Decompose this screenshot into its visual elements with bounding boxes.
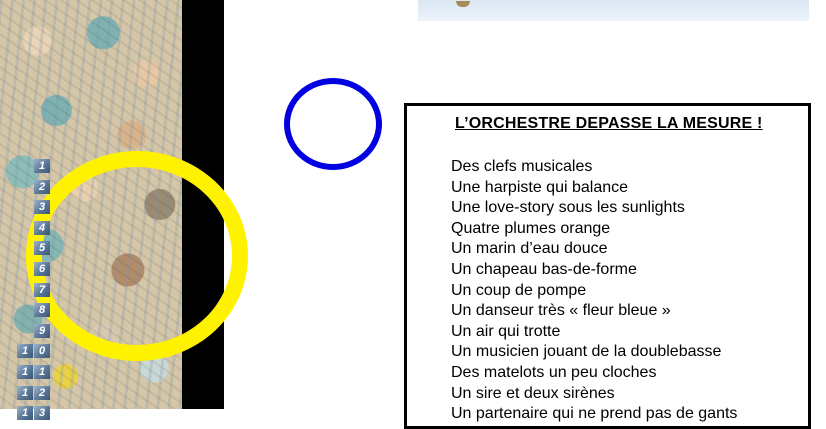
item-label: Un marin d’eau douce	[451, 240, 608, 258]
number-digit: 1	[34, 159, 50, 173]
checklist-title: L’ORCHESTRE DEPASSE LA MESURE !	[455, 115, 763, 132]
number-digit: 8	[34, 303, 50, 318]
item-number-badge: 1	[34, 159, 50, 173]
top-image-strip	[418, 0, 809, 21]
number-digit: 9	[34, 323, 50, 338]
checklist-panel: L’ORCHESTRE DEPASSE LA MESURE ! 1 Des cle…	[17, 103, 811, 429]
item-number-badge: 11	[17, 364, 50, 379]
item-number-badge: 4	[34, 220, 50, 235]
number-digit: 3	[34, 200, 50, 215]
item-number-badge: 7	[34, 282, 50, 297]
number-digit: 1	[17, 385, 33, 400]
item-number-badge: 13	[17, 406, 50, 421]
number-digit: 4	[34, 220, 50, 235]
number-digit: 3	[34, 406, 50, 421]
item-number-badge: 10	[17, 344, 50, 359]
number-digit: 1	[34, 364, 50, 379]
item-label: Des matelots un peu cloches	[451, 363, 657, 381]
number-digit: 7	[34, 282, 50, 297]
item-label: Un danseur très « fleur bleue »	[451, 302, 671, 320]
shoe-icon	[456, 1, 470, 7]
item-number-badge: 12	[17, 385, 50, 400]
item-label: Quatre plumes orange	[451, 219, 611, 237]
number-digit: 0	[34, 344, 50, 359]
item-number-badge: 5	[34, 241, 50, 256]
number-digit: 6	[34, 261, 50, 276]
item-label: Un air qui trotte	[451, 322, 561, 340]
item-label: Un sire et deux sirènes	[451, 384, 615, 402]
item-label: Des clefs musicales	[451, 158, 593, 175]
yellow-highlight-circle	[26, 151, 248, 361]
item-label: Un coup de pompe	[451, 281, 587, 299]
number-digit: 1	[17, 406, 33, 421]
blue-highlight-circle	[284, 78, 382, 170]
number-digit: 1	[17, 344, 33, 359]
item-number-badge: 8	[34, 303, 50, 318]
number-digit: 2	[34, 179, 50, 194]
item-number-badge: 2	[34, 179, 50, 194]
number-digit: 1	[17, 364, 33, 379]
item-number-badge: 9	[34, 323, 50, 338]
item-number-badge: 6	[34, 261, 50, 276]
item-label: Une harpiste qui balance	[451, 178, 629, 196]
number-digit: 5	[34, 241, 50, 256]
item-label: Un partenaire qui ne prend pas de gants	[451, 405, 738, 423]
number-digit: 2	[34, 385, 50, 400]
item-label: Un chapeau bas-de-forme	[451, 260, 637, 278]
item-number-badge: 3	[34, 200, 50, 215]
item-label: Un musicien jouant de la doublebasse	[451, 343, 722, 361]
item-label: Une love-story sous les sunlights	[451, 199, 685, 217]
